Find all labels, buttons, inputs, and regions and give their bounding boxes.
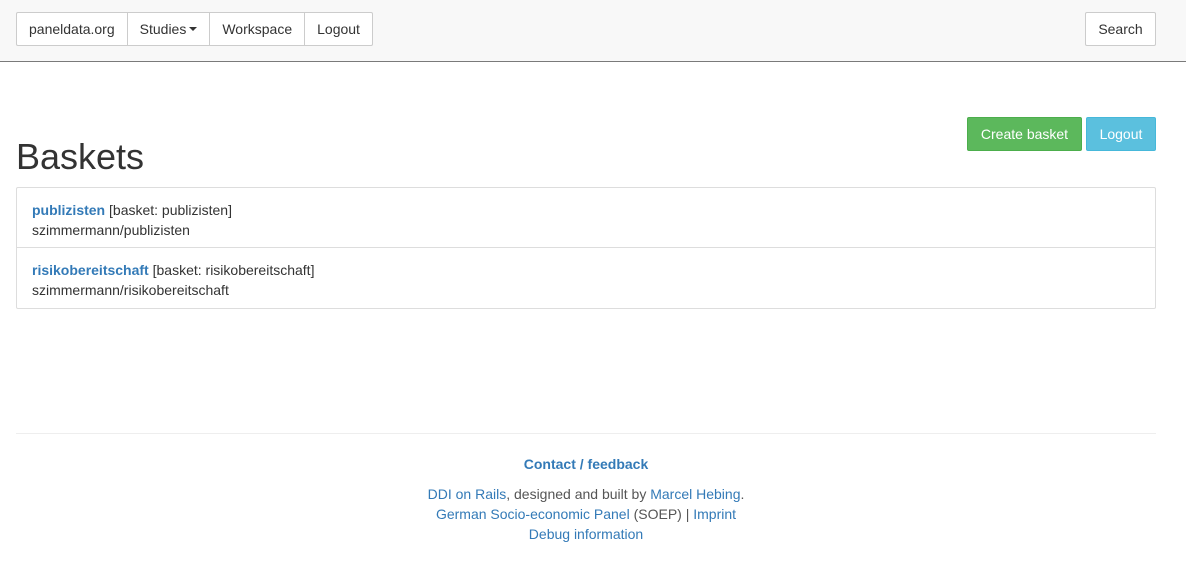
basket-tag: [basket: risikobereitschaft] bbox=[152, 262, 315, 278]
credits-text: , designed and built by bbox=[506, 486, 651, 502]
nav-logout-link[interactable]: Logout bbox=[304, 12, 373, 46]
page-title: Baskets bbox=[16, 136, 145, 177]
studies-label: Studies bbox=[139, 21, 187, 37]
credits-line: DDI on Rails, designed and built by Marc… bbox=[16, 484, 1156, 504]
ddi-on-rails-link[interactable]: DDI on Rails bbox=[428, 486, 507, 502]
basket-link-risikobereitschaft[interactable]: risikobereitschaft bbox=[32, 262, 149, 278]
basket-path: szimmermann/risikobereitschaft bbox=[32, 282, 229, 298]
basket-path: szimmermann/publizisten bbox=[32, 222, 190, 238]
main-nav: paneldata.org Studies Workspace Logout bbox=[16, 12, 373, 46]
workspace-link[interactable]: Workspace bbox=[209, 12, 306, 46]
search-button[interactable]: Search bbox=[1085, 12, 1156, 46]
author-link[interactable]: Marcel Hebing bbox=[650, 486, 740, 502]
soep-line: German Socio-economic Panel (SOEP) | Imp… bbox=[16, 504, 1156, 524]
footer: Contact / feedback DDI on Rails, designe… bbox=[16, 454, 1156, 544]
caret-down-icon bbox=[189, 27, 198, 32]
logout-button[interactable]: Logout bbox=[1086, 117, 1156, 151]
basket-link-publizisten[interactable]: publizisten bbox=[32, 202, 105, 218]
studies-dropdown[interactable]: Studies bbox=[126, 12, 211, 46]
imprint-link[interactable]: Imprint bbox=[693, 506, 736, 522]
contact-feedback-link[interactable]: Contact / feedback bbox=[524, 456, 648, 472]
list-item: risikobereitschaft [basket: risikobereit… bbox=[16, 247, 1156, 309]
soep-text: (SOEP) | bbox=[629, 506, 694, 522]
create-basket-button[interactable]: Create basket bbox=[967, 117, 1082, 151]
footer-divider bbox=[16, 433, 1156, 434]
basket-tag: [basket: publizisten] bbox=[109, 202, 232, 218]
credits-period: . bbox=[740, 486, 745, 502]
top-navbar: paneldata.org Studies Workspace Logout S… bbox=[0, 0, 1186, 62]
brand-link[interactable]: paneldata.org bbox=[16, 12, 128, 46]
debug-info-link[interactable]: Debug information bbox=[529, 526, 643, 542]
list-item: publizisten [basket: publizisten] szimme… bbox=[16, 187, 1156, 248]
soep-link[interactable]: German Socio-economic Panel bbox=[436, 506, 630, 522]
basket-list: publizisten [basket: publizisten] szimme… bbox=[16, 187, 1156, 309]
